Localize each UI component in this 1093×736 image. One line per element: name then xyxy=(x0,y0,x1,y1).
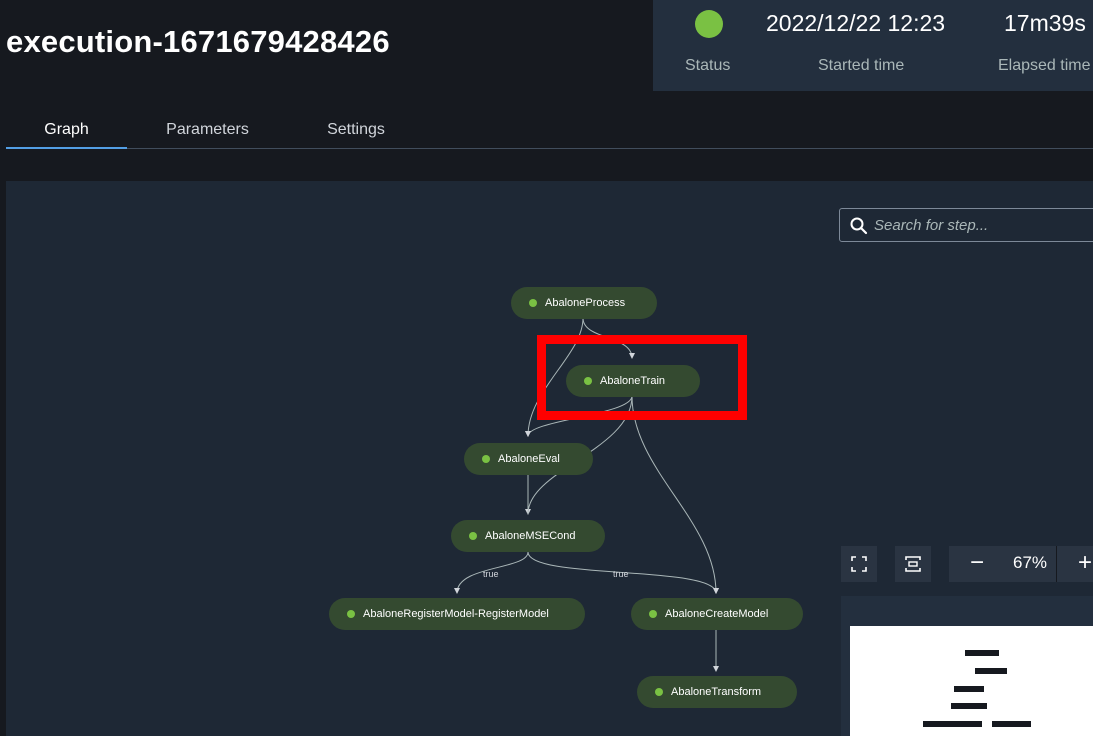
node-label: AbaloneCreateModel xyxy=(665,608,769,620)
status-dot-icon xyxy=(469,532,477,540)
status-dot-icon xyxy=(649,610,657,618)
zoom-controls: − 67% + xyxy=(949,546,1093,582)
zoom-level: 67% xyxy=(1012,553,1048,572)
node-label: AbaloneEval xyxy=(498,453,560,465)
graph-node-abalone-train[interactable]: AbaloneTrain xyxy=(566,365,700,397)
graph-node-abalone-register-model[interactable]: AbaloneRegisterModel-RegisterModel xyxy=(329,598,585,630)
step-search-box[interactable] xyxy=(839,208,1093,242)
zoom-in-button[interactable]: + xyxy=(1067,546,1093,582)
zoom-out-button[interactable]: − xyxy=(959,546,995,582)
zoom-divider xyxy=(1056,546,1057,582)
status-dot-icon xyxy=(584,377,592,385)
graph-node-abalone-msecond[interactable]: AbaloneMSECond xyxy=(451,520,605,552)
minimap-node xyxy=(975,668,1007,674)
center-icon xyxy=(905,556,921,572)
minimap-node xyxy=(992,721,1031,727)
minimap-viewport xyxy=(850,626,1093,736)
node-label: AbaloneMSECond xyxy=(485,530,576,542)
minimap-node xyxy=(954,686,984,692)
minimap-node xyxy=(923,721,982,727)
edge-train-createmodel xyxy=(631,395,719,594)
step-search-input[interactable] xyxy=(874,213,1084,237)
fit-screen-button[interactable] xyxy=(841,546,877,582)
edge-process-train xyxy=(582,317,635,359)
graph-node-abalone-transform[interactable]: AbaloneTransform xyxy=(637,676,797,708)
edge-label-true-register: true xyxy=(483,569,499,579)
node-label: AbaloneProcess xyxy=(545,297,626,309)
node-label: AbaloneTrain xyxy=(600,375,666,387)
search-icon xyxy=(850,217,868,235)
fit-screen-icon xyxy=(851,556,867,572)
pipeline-execution-page: execution-1671679428426 Status 2022/12/2… xyxy=(0,0,1093,736)
status-dot-icon xyxy=(529,299,537,307)
minimap-node xyxy=(965,650,999,656)
graph-node-abalone-create-model[interactable]: AbaloneCreateModel xyxy=(631,598,803,630)
node-label: AbaloneRegisterModel-RegisterModel xyxy=(363,608,549,620)
minimap-node xyxy=(951,703,987,709)
graph-minimap[interactable] xyxy=(841,596,1093,736)
status-dot-icon xyxy=(655,688,663,696)
status-dot-icon xyxy=(347,610,355,618)
status-dot-icon xyxy=(482,455,490,463)
node-label: AbaloneTransform xyxy=(671,686,762,698)
edge-label-true-createmodel: true xyxy=(613,569,629,579)
graph-node-abalone-eval[interactable]: AbaloneEval xyxy=(464,443,593,475)
graph-node-abalone-process[interactable]: AbaloneProcess xyxy=(511,287,657,319)
center-graph-button[interactable] xyxy=(895,546,931,582)
